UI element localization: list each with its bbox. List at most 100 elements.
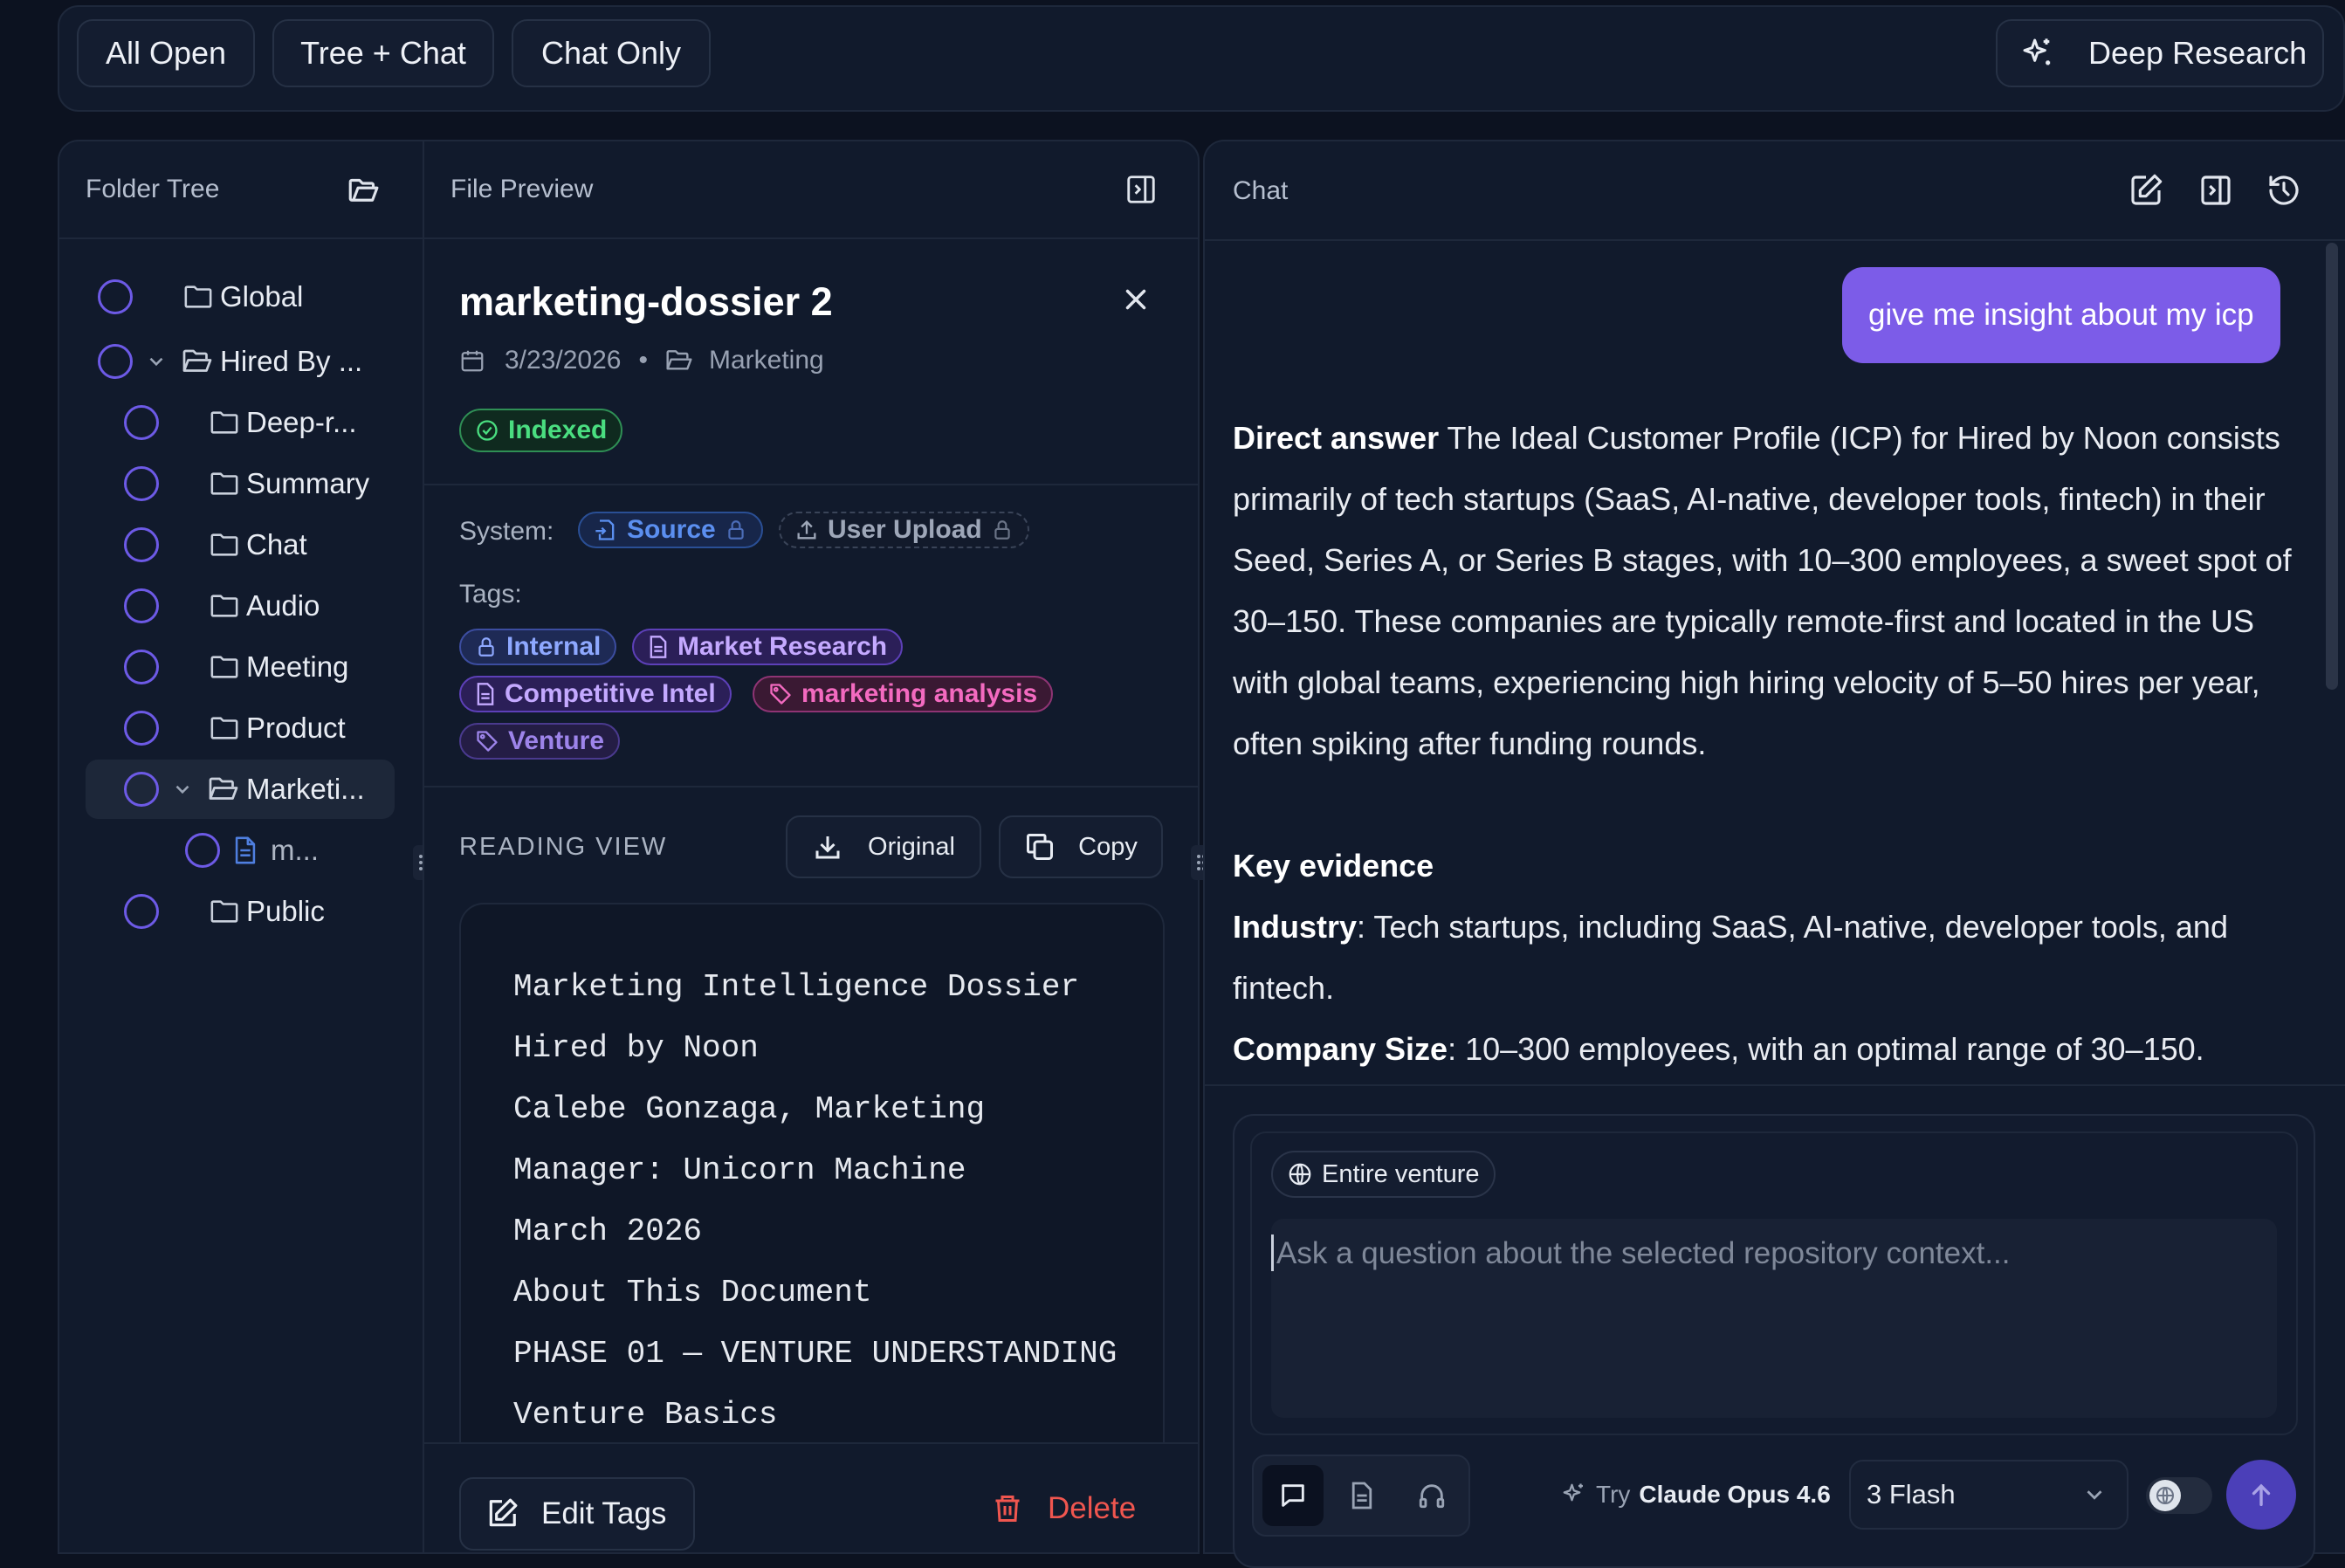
assistant-answer-industry: Industry: Tech startups, including SaaS,… — [1233, 897, 2307, 1019]
web-toggle[interactable] — [2146, 1477, 2212, 1514]
select-radio[interactable] — [98, 344, 133, 379]
tree-item-marketing[interactable]: Marketi... — [124, 763, 365, 815]
chevron-down-icon[interactable] — [171, 778, 194, 801]
original-label: Original — [868, 832, 955, 861]
select-radio[interactable] — [124, 772, 159, 807]
tree-item-meeting[interactable]: Meeting — [124, 641, 348, 693]
tree-item-label: m... — [271, 834, 319, 866]
tree-item-audio[interactable]: Audio — [124, 580, 320, 632]
select-radio[interactable] — [124, 894, 159, 929]
panel-collapse-icon[interactable] — [2198, 173, 2233, 208]
tag-label: Internal — [506, 632, 602, 661]
select-radio[interactable] — [124, 527, 159, 562]
divider — [424, 786, 1198, 787]
globe-icon — [2155, 1485, 2176, 1506]
industry-text: : Tech startups, including SaaS, AI-nati… — [1233, 909, 2228, 1006]
folder-open-icon — [208, 776, 239, 802]
headphones-icon — [1417, 1481, 1447, 1510]
folder-icon — [183, 284, 213, 310]
new-chat-icon[interactable] — [2128, 173, 2163, 208]
meta-separator: • — [638, 346, 648, 375]
view-chat-only-button[interactable]: Chat Only — [512, 19, 711, 87]
try-model: Claude Opus 4.6 — [1639, 1481, 1831, 1508]
copy-icon — [1024, 831, 1056, 863]
select-radio[interactable] — [124, 711, 159, 746]
file-folder: Marketing — [708, 346, 824, 375]
tag-internal[interactable]: Internal — [459, 629, 617, 665]
view-tree-chat-button[interactable]: Tree + Chat — [272, 19, 494, 87]
delete-button[interactable]: Delete — [992, 1491, 1136, 1526]
chip-label: User Upload — [828, 515, 982, 544]
close-icon[interactable] — [1119, 283, 1152, 316]
folder-icon — [210, 715, 239, 741]
view-all-open-button[interactable]: All Open — [77, 19, 255, 87]
system-chip-source: Source — [578, 512, 763, 548]
tree-item-label: Product — [246, 712, 346, 744]
content-line: Manager: Unicorn Machine — [513, 1152, 966, 1188]
chat-mode-button[interactable] — [1262, 1465, 1324, 1526]
chat-input[interactable]: Ask a question about the selected reposi… — [1271, 1219, 2277, 1418]
direct-answer-label: Direct answer — [1233, 420, 1440, 456]
tree-item-product[interactable]: Product — [124, 702, 346, 754]
tree-item-global[interactable]: Global — [98, 271, 303, 323]
tree-item-file[interactable]: m... — [185, 824, 319, 877]
tag-icon — [768, 682, 793, 706]
divider — [1205, 239, 2345, 241]
folder-icon — [665, 348, 693, 373]
folder-open-icon[interactable] — [346, 171, 382, 208]
chevron-down-icon[interactable] — [145, 350, 168, 373]
tree-item-label: Global — [220, 280, 304, 313]
tree-item-summary[interactable]: Summary — [124, 457, 369, 510]
system-label: System: — [459, 517, 554, 546]
tree-item-label: Public — [246, 895, 325, 927]
select-radio[interactable] — [98, 279, 133, 314]
edit-tags-button[interactable]: Edit Tags — [459, 1477, 695, 1551]
assistant-answer-direct: Direct answer The Ideal Customer Profile… — [1233, 408, 2307, 774]
tree-item-hired-by[interactable]: Hired By ... — [98, 335, 362, 388]
tag-icon — [475, 729, 499, 753]
select-radio[interactable] — [185, 833, 220, 868]
content-line: Hired by Noon — [513, 1030, 759, 1066]
original-button[interactable]: Original — [786, 815, 981, 878]
size-label: Company Size — [1233, 1031, 1448, 1067]
globe-icon — [1287, 1161, 1313, 1187]
tag-competitive-intel[interactable]: Competitive Intel — [459, 676, 732, 712]
download-icon — [812, 831, 843, 863]
audio-mode-button[interactable] — [1404, 1465, 1460, 1526]
upload-icon — [794, 518, 819, 542]
panel-collapse-icon[interactable] — [1124, 173, 1158, 206]
user-message-bubble: give me insight about my icp — [1842, 267, 2280, 363]
tag-venture[interactable]: Venture — [459, 723, 621, 760]
document-mode-button[interactable] — [1334, 1465, 1390, 1526]
model-select[interactable]: 3 Flash — [1849, 1460, 2128, 1530]
select-radio[interactable] — [124, 466, 159, 501]
chip-label: Source — [627, 515, 716, 544]
select-radio[interactable] — [124, 650, 159, 684]
tag-market-research[interactable]: Market Research — [632, 629, 904, 665]
send-button[interactable] — [2226, 1460, 2296, 1530]
deep-research-button[interactable]: Deep Research — [1996, 19, 2324, 87]
lock-icon — [725, 519, 747, 541]
select-radio[interactable] — [124, 405, 159, 440]
toggle-knob — [2149, 1480, 2181, 1511]
file-name: marketing-dossier 2 — [459, 279, 833, 324]
content-line: Calebe Gonzaga, Marketing — [513, 1091, 986, 1127]
lock-icon — [475, 636, 498, 658]
copy-button[interactable]: Copy — [999, 815, 1163, 878]
scope-chip[interactable]: Entire venture — [1271, 1151, 1496, 1198]
scrollbar[interactable] — [2326, 243, 2338, 690]
chat-title: Chat — [1233, 176, 1289, 205]
delete-label: Delete — [1048, 1491, 1137, 1525]
history-icon[interactable] — [2266, 173, 2301, 208]
select-radio[interactable] — [124, 588, 159, 623]
tag-marketing-analysis[interactable]: marketing analysis — [753, 676, 1054, 712]
folder-icon — [210, 532, 239, 558]
divider — [424, 237, 1198, 239]
sparkles-icon — [2020, 36, 2055, 71]
tree-item-label: Chat — [246, 528, 307, 560]
model-suggestion[interactable]: Try Claude Opus 4.6 — [1561, 1481, 1831, 1509]
tree-item-public[interactable]: Public — [124, 885, 325, 938]
edit-icon — [485, 1497, 519, 1530]
tree-item-deep-research[interactable]: Deep-r... — [124, 396, 357, 449]
tree-item-chat[interactable]: Chat — [124, 519, 307, 571]
